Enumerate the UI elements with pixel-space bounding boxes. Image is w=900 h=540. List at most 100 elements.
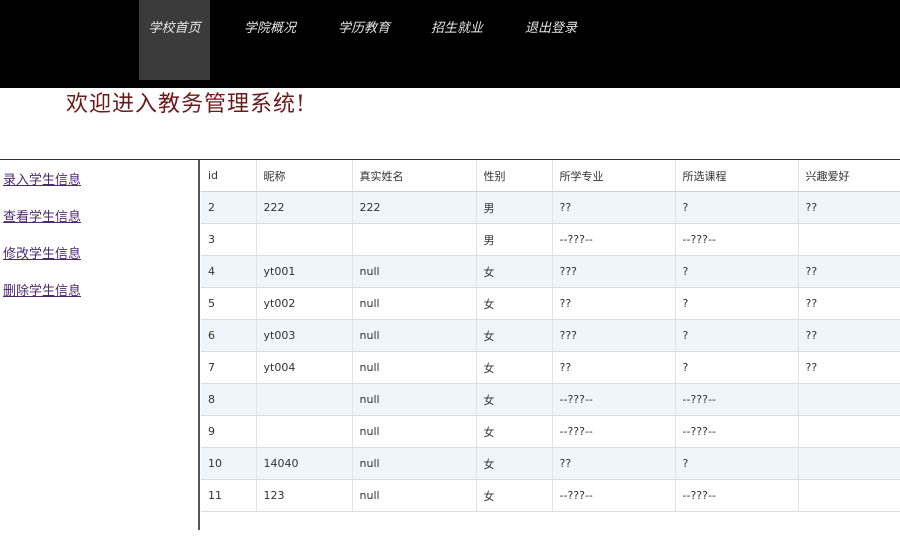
column-header-gender: 性别 xyxy=(475,160,552,192)
cell-gender: 女 xyxy=(475,479,552,512)
table-row: 7 yt004 null 女 ?? ? ?? xyxy=(201,351,900,384)
cell-hobbies xyxy=(797,383,900,416)
nav-item-school-home[interactable]: 学校首页 xyxy=(139,0,210,80)
column-header-hobbies: 兴趣爱好 xyxy=(797,160,900,192)
cell-nickname: 123 xyxy=(255,479,352,512)
cell-gender: 男 xyxy=(475,223,552,256)
cell-major: --???-- xyxy=(551,383,675,416)
sidebar: 录入学生信息 查看学生信息 修改学生信息 删除学生信息 xyxy=(0,160,200,530)
cell-real-name: null xyxy=(351,415,476,448)
cell-nickname: 222 xyxy=(255,191,352,224)
cell-courses: ? xyxy=(674,447,798,480)
cell-real-name: null xyxy=(351,351,476,384)
cell-courses: --???-- xyxy=(674,479,798,512)
cell-hobbies xyxy=(797,479,900,512)
student-table: id 昵称 真实姓名 性别 所学专业 所选课程 兴趣爱好 2 222 222 男… xyxy=(201,160,900,512)
cell-id: 3 xyxy=(201,223,256,256)
cell-major: ??? xyxy=(551,319,675,352)
sidebar-link-view-student[interactable]: 查看学生信息 xyxy=(3,206,81,225)
table-header-row: id 昵称 真实姓名 性别 所学专业 所选课程 兴趣爱好 xyxy=(201,160,900,192)
cell-major: ??? xyxy=(551,255,675,288)
cell-real-name: 222 xyxy=(351,191,476,224)
cell-real-name: null xyxy=(351,255,476,288)
cell-major: --???-- xyxy=(551,479,675,512)
column-header-courses: 所选课程 xyxy=(674,160,798,192)
cell-courses: --???-- xyxy=(674,383,798,416)
cell-gender: 女 xyxy=(475,415,552,448)
cell-hobbies xyxy=(797,415,900,448)
cell-courses: ? xyxy=(674,319,798,352)
table-row: 2 222 222 男 ?? ? ?? xyxy=(201,191,900,224)
cell-id: 7 xyxy=(201,351,256,384)
cell-hobbies: ?? xyxy=(797,191,900,224)
table-row: 3 男 --???-- --???-- xyxy=(201,223,900,256)
cell-gender: 女 xyxy=(475,447,552,480)
student-table-container: id 昵称 真实姓名 性别 所学专业 所选课程 兴趣爱好 2 222 222 男… xyxy=(201,160,900,512)
cell-real-name: null xyxy=(351,479,476,512)
table-row: 6 yt003 null 女 ??? ? ?? xyxy=(201,319,900,352)
cell-courses: ? xyxy=(674,287,798,320)
nav-item-college-overview[interactable]: 学院概况 xyxy=(232,0,308,80)
table-row: 10 14040 null 女 ?? ? xyxy=(201,447,900,480)
cell-gender: 女 xyxy=(475,319,552,352)
column-header-id: id xyxy=(201,160,256,192)
cell-id: 11 xyxy=(201,479,256,512)
cell-nickname: yt002 xyxy=(255,287,352,320)
column-header-nickname: 昵称 xyxy=(255,160,352,192)
nav-item-degree-education[interactable]: 学历教育 xyxy=(326,0,402,80)
cell-real-name: null xyxy=(351,287,476,320)
cell-gender: 女 xyxy=(475,287,552,320)
cell-nickname xyxy=(255,223,352,256)
table-row: 8 null 女 --???-- --???-- xyxy=(201,383,900,416)
cell-real-name: null xyxy=(351,383,476,416)
cell-hobbies xyxy=(797,447,900,480)
cell-hobbies: ?? xyxy=(797,287,900,320)
cell-id: 5 xyxy=(201,287,256,320)
sidebar-link-edit-student[interactable]: 修改学生信息 xyxy=(3,243,81,262)
cell-nickname: yt003 xyxy=(255,319,352,352)
cell-hobbies: ?? xyxy=(797,351,900,384)
cell-real-name: null xyxy=(351,319,476,352)
cell-courses: ? xyxy=(674,351,798,384)
cell-nickname xyxy=(255,415,352,448)
cell-id: 4 xyxy=(201,255,256,288)
cell-id: 2 xyxy=(201,191,256,224)
cell-real-name xyxy=(351,223,476,256)
cell-major: --???-- xyxy=(551,223,675,256)
cell-gender: 女 xyxy=(475,383,552,416)
cell-id: 10 xyxy=(201,447,256,480)
cell-id: 6 xyxy=(201,319,256,352)
cell-courses: --???-- xyxy=(674,415,798,448)
nav-item-admissions-employment[interactable]: 招生就业 xyxy=(419,0,495,80)
cell-major: --???-- xyxy=(551,415,675,448)
cell-courses: ? xyxy=(674,191,798,224)
cell-id: 8 xyxy=(201,383,256,416)
cell-nickname: yt004 xyxy=(255,351,352,384)
cell-hobbies xyxy=(797,223,900,256)
cell-gender: 女 xyxy=(475,351,552,384)
cell-major: ?? xyxy=(551,351,675,384)
cell-major: ?? xyxy=(551,191,675,224)
cell-hobbies: ?? xyxy=(797,255,900,288)
cell-gender: 男 xyxy=(475,191,552,224)
cell-id: 9 xyxy=(201,415,256,448)
cell-hobbies: ?? xyxy=(797,319,900,352)
nav-item-logout[interactable]: 退出登录 xyxy=(513,0,589,80)
sidebar-link-delete-student[interactable]: 删除学生信息 xyxy=(3,280,81,299)
table-row: 9 null 女 --???-- --???-- xyxy=(201,415,900,448)
cell-gender: 女 xyxy=(475,255,552,288)
column-header-major: 所学专业 xyxy=(551,160,675,192)
table-row: 4 yt001 null 女 ??? ? ?? xyxy=(201,255,900,288)
cell-courses: ? xyxy=(674,255,798,288)
table-row: 11 123 null 女 --???-- --???-- xyxy=(201,479,900,512)
cell-nickname: yt001 xyxy=(255,255,352,288)
cell-real-name: null xyxy=(351,447,476,480)
cell-courses: --???-- xyxy=(674,223,798,256)
cell-major: ?? xyxy=(551,447,675,480)
top-navigation-bar: 学校首页 学院概况 学历教育 招生就业 退出登录 xyxy=(0,0,900,88)
cell-nickname xyxy=(255,383,352,416)
sidebar-link-add-student[interactable]: 录入学生信息 xyxy=(3,169,81,188)
page-title: 欢迎进入教务管理系统! xyxy=(66,92,306,117)
table-row: 5 yt002 null 女 ?? ? ?? xyxy=(201,287,900,320)
cell-major: ?? xyxy=(551,287,675,320)
